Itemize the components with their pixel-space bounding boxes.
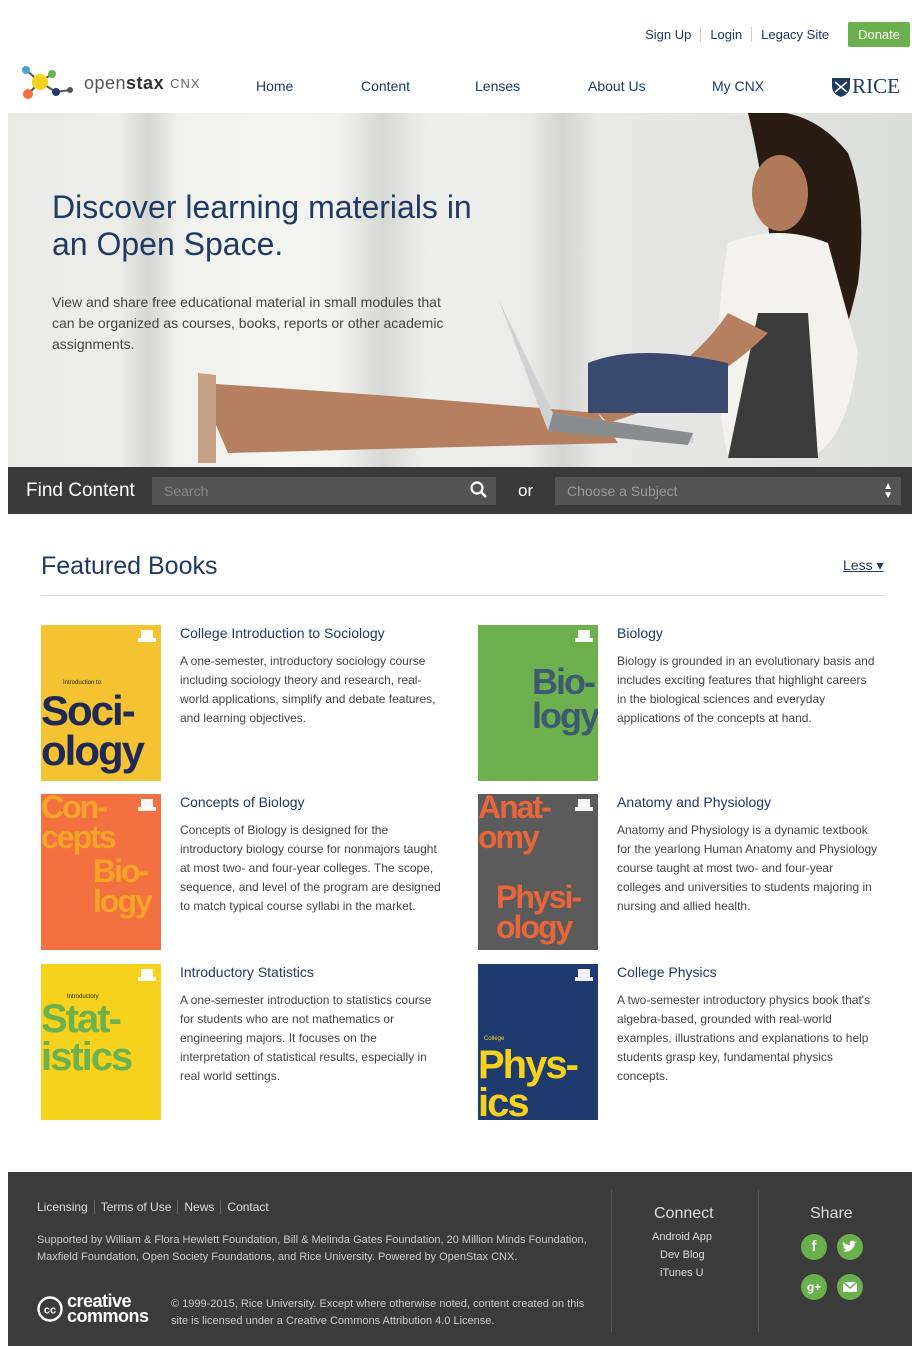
share-heading: Share — [810, 1205, 853, 1222]
book-card-college-physics: College Phys-ics College Physics A two-s… — [478, 964, 878, 1124]
openstax-cover-icon — [138, 799, 156, 811]
book-title[interactable]: College Introduction to Sociology — [180, 625, 385, 641]
cover-title: Soci-ology — [41, 687, 145, 774]
contact-link[interactable]: Contact — [221, 1200, 274, 1214]
brand-name: openstax — [84, 72, 165, 93]
android-app-link[interactable]: Android App — [652, 1231, 712, 1243]
less-toggle[interactable]: Less ▾ — [843, 557, 884, 574]
rice-wordmark: RICE — [852, 74, 900, 98]
book-card-anatomy-and-physiology: Anat-omy Physi-ology Anatomy and Physiol… — [478, 794, 878, 954]
openstax-cover-icon — [575, 630, 593, 642]
search-icon[interactable] — [470, 481, 488, 499]
book-card-concepts-of-biology: Con-cepts Bio-logy Concepts of Biology C… — [41, 794, 441, 954]
find-content-label: Find Content — [26, 480, 135, 501]
book-cover-sociology[interactable]: Introduction to Soci-ology — [41, 625, 161, 781]
cover-title-lower: Physi-ology — [496, 879, 582, 945]
news-link[interactable]: News — [178, 1200, 222, 1214]
nav-lenses[interactable]: Lenses — [475, 78, 520, 94]
book-title[interactable]: Introductory Statistics — [180, 964, 314, 980]
cover-title: Anat-omy — [478, 794, 552, 855]
openstax-cover-icon — [138, 630, 156, 642]
book-description: A two-semester introductory physics book… — [617, 993, 871, 1083]
book-description: A one-semester, introductory sociology c… — [180, 654, 436, 725]
featured-books-heading: Featured Books — [41, 552, 218, 580]
brand-cnx: CNX — [170, 75, 201, 91]
cover-title: Con-cepts — [41, 794, 117, 855]
book-card-sociology: Introduction to Soci-ology College Intro… — [41, 625, 441, 785]
book-title[interactable]: College Physics — [617, 964, 717, 980]
book-cover-introductory-statistics[interactable]: Introductory Stat-istics — [41, 964, 161, 1120]
book-title[interactable]: Anatomy and Physiology — [617, 794, 771, 810]
cover-title-lower: Bio-logy — [93, 853, 153, 919]
book-cover-anatomy-and-physiology[interactable]: Anat-omy Physi-ology — [478, 794, 598, 950]
facebook-icon[interactable]: f — [801, 1234, 827, 1260]
hero-banner: Discover learning materials in an Open S… — [8, 113, 912, 468]
site-header: Sign Up Login Legacy Site Donate opensta… — [8, 8, 912, 113]
openstax-logo-icon — [22, 66, 73, 99]
hero-description: View and share free educational material… — [52, 294, 444, 352]
book-title[interactable]: Biology — [617, 625, 663, 641]
search-input[interactable] — [152, 477, 496, 505]
cc-icon: cc — [37, 1296, 63, 1322]
book-title[interactable]: Concepts of Biology — [180, 794, 305, 810]
cover-title: Bio-logy — [532, 661, 598, 736]
terms-of-use-link[interactable]: Terms of Use — [95, 1200, 179, 1214]
connect-heading: Connect — [654, 1205, 714, 1222]
top-links: Sign Up Login Legacy Site Donate — [636, 22, 910, 47]
book-description: Biology is grounded in an evolutionary b… — [617, 654, 875, 725]
book-cover-college-physics[interactable]: College Phys-ics — [478, 964, 598, 1120]
student-with-laptop-illustration — [198, 113, 862, 463]
supporters-text: Supported by William & Flora Hewlett Fou… — [37, 1234, 587, 1263]
legacy-site-link[interactable]: Legacy Site — [752, 27, 838, 42]
copyright-text: © 1999-2015, Rice University. Except whe… — [171, 1298, 585, 1327]
or-label: or — [518, 481, 534, 500]
footer-divider — [758, 1190, 759, 1332]
book-cover-concepts-of-biology[interactable]: Con-cepts Bio-logy — [41, 794, 161, 950]
openstax-cover-icon — [575, 799, 593, 811]
openstax-cover-icon — [575, 969, 593, 981]
book-cover-biology[interactable]: Bio-logy — [478, 625, 598, 781]
creative-commons-logo[interactable]: cc creative commons — [37, 1291, 149, 1326]
subject-select[interactable]: Choose a Subject ▲ ▼ — [555, 477, 901, 505]
cover-title: Stat-istics — [41, 997, 133, 1079]
login-link[interactable]: Login — [701, 27, 753, 42]
cover-subtitle: College — [484, 1036, 505, 1042]
select-arrows-icon: ▲ ▼ — [883, 481, 893, 501]
cover-title: Phys-ics — [478, 1043, 579, 1120]
dev-blog-link[interactable]: Dev Blog — [660, 1249, 705, 1261]
itunes-u-link[interactable]: iTunes U — [660, 1267, 704, 1279]
openstax-cover-icon — [138, 969, 156, 981]
licensing-link[interactable]: Licensing — [37, 1200, 95, 1214]
twitter-icon[interactable] — [837, 1234, 863, 1260]
nav-about-us[interactable]: About Us — [588, 78, 646, 94]
footer-links: Licensing Terms of Use News Contact — [37, 1200, 275, 1214]
svg-text:cc: cc — [44, 1305, 56, 1317]
nav-home[interactable]: Home — [256, 78, 293, 94]
sign-up-link[interactable]: Sign Up — [636, 27, 702, 42]
cc-wordmark: creative commons — [67, 1291, 149, 1326]
book-card-biology: Bio-logy Biology Biology is grounded in … — [478, 625, 878, 785]
book-description: Anatomy and Physiology is a dynamic text… — [617, 823, 878, 913]
openstax-cnx-logo[interactable]: openstax CNX — [18, 62, 201, 104]
site-footer: Licensing Terms of Use News Contact Supp… — [8, 1172, 912, 1346]
find-content-bar: Find Content or Choose a Subject ▲▼ — [8, 467, 912, 514]
rice-logo[interactable]: RICE — [830, 74, 900, 99]
cover-subtitle: Introduction to — [63, 680, 102, 686]
subject-select-value: Choose a Subject — [567, 483, 678, 499]
email-icon[interactable] — [837, 1274, 863, 1300]
hero-headline: Discover learning materials in an Open S… — [52, 189, 472, 262]
rice-shield-icon — [832, 77, 851, 97]
book-card-introductory-statistics: Introductory Stat-istics Introductory St… — [41, 964, 441, 1124]
nav-my-cnx[interactable]: My CNX — [712, 78, 764, 94]
nav-content[interactable]: Content — [361, 78, 410, 94]
google-plus-icon[interactable]: g+ — [801, 1274, 827, 1300]
section-divider — [41, 595, 886, 596]
book-description: Concepts of Biology is designed for the … — [180, 823, 441, 913]
book-description: A one-semester introduction to statistic… — [180, 993, 432, 1083]
donate-button[interactable]: Donate — [848, 22, 910, 47]
footer-divider — [611, 1190, 612, 1332]
